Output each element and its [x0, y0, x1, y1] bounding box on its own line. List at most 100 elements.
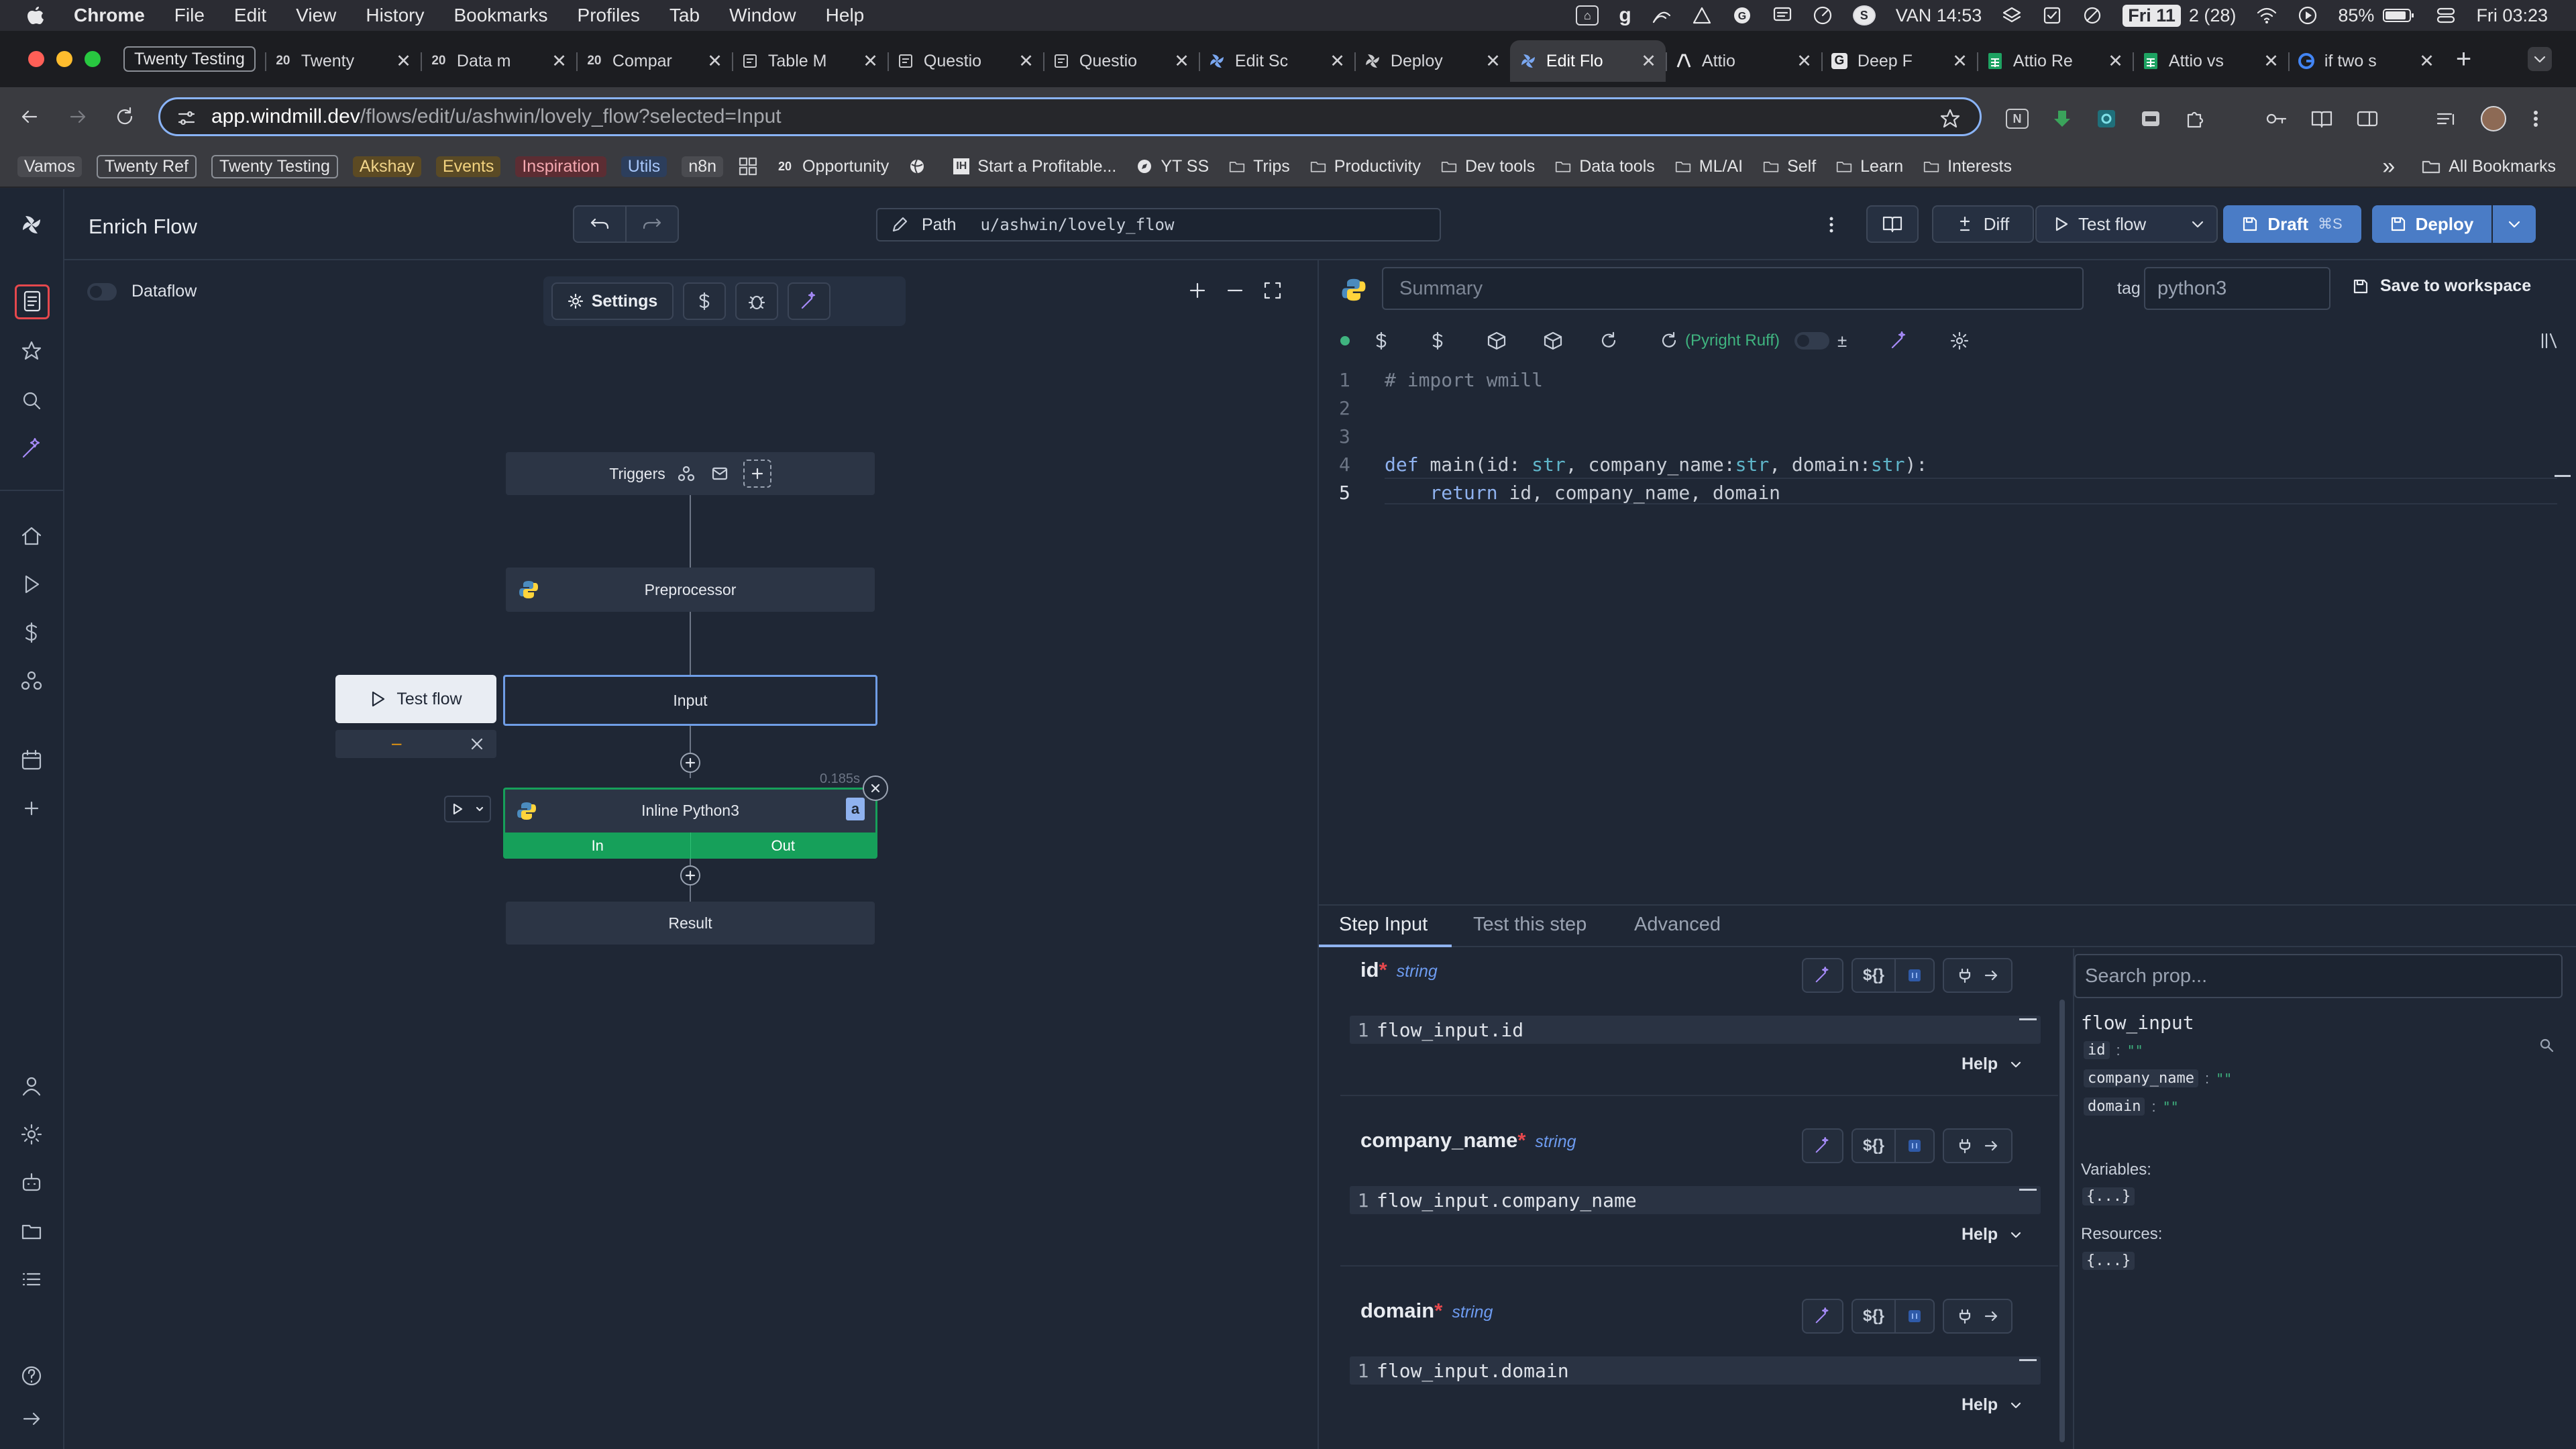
collapse-arrow-icon[interactable] — [20, 1407, 43, 1430]
summary-input[interactable]: Summary — [1382, 267, 2084, 310]
bookmark-link[interactable]: Trips — [1229, 157, 1290, 176]
field-ai-button[interactable] — [1802, 1128, 1843, 1163]
deploy-options-button[interactable] — [2493, 205, 2536, 243]
all-bookmarks-folder-icon[interactable] — [2422, 159, 2440, 174]
browser-tab[interactable]: Edit Flo ✕ — [1509, 40, 1666, 82]
code-line[interactable]: return id, company_name, domain — [1385, 482, 1780, 504]
status-grammarly-icon[interactable]: g — [1619, 4, 1631, 27]
flow-input-prop[interactable]: company_name: "" — [2084, 1069, 2232, 1087]
close-tab-icon[interactable]: ✕ — [1174, 51, 1189, 72]
flow-title[interactable]: Enrich Flow — [89, 215, 197, 239]
close-window-button[interactable] — [28, 51, 44, 67]
bookmark-link[interactable]: YT SS — [1136, 157, 1209, 176]
fit-view-icon[interactable] — [1263, 280, 1283, 301]
bookmark-link[interactable]: 20 Opportunity — [778, 157, 889, 176]
apple-icon[interactable] — [27, 5, 44, 25]
dollar-expr-button[interactable]: ${} — [1853, 1136, 1894, 1155]
browser-tab[interactable]: 20 Twenty ✕ — [264, 40, 421, 82]
browser-tab[interactable]: Edit Sc ✕ — [1198, 40, 1354, 82]
extension-n-icon[interactable]: N — [2006, 109, 2029, 129]
bookmark-link[interactable]: Self — [1763, 157, 1816, 176]
wifi-icon[interactable] — [2256, 6, 2277, 25]
flow-input-prop[interactable]: id: "" — [2084, 1041, 2143, 1059]
status-chat-icon[interactable] — [1772, 6, 1792, 25]
toolbar-settings-icon[interactable] — [1950, 331, 1969, 350]
path-field[interactable]: Path u/ashwin/lovely_flow — [876, 208, 1441, 241]
result-node[interactable]: Result — [506, 902, 875, 945]
menu-item-history[interactable]: History — [366, 5, 424, 26]
reading-mode-icon[interactable] — [2310, 108, 2333, 129]
reload-icon[interactable] — [114, 106, 136, 127]
connect-plug-button[interactable] — [1943, 958, 2012, 993]
play-circle-icon[interactable] — [2298, 5, 2318, 25]
undo-button[interactable] — [573, 205, 627, 243]
close-tab-icon[interactable]: ✕ — [2108, 51, 2123, 72]
menu-item-chrome[interactable]: Chrome — [74, 5, 145, 26]
linter-label[interactable]: (Pyright Ruff) — [1685, 331, 1780, 350]
save-to-workspace-button[interactable]: Save to workspace — [2352, 276, 2531, 296]
field-ai-button[interactable] — [1802, 1299, 1843, 1334]
browser-tab[interactable]: 20 Data m ✕ — [420, 40, 576, 82]
tab-group-label[interactable]: Twenty Testing — [123, 46, 256, 72]
status-check-icon[interactable] — [2042, 5, 2062, 25]
user-icon[interactable] — [20, 1075, 43, 1097]
chevron-down-icon[interactable] — [2190, 216, 2206, 232]
search-icon[interactable] — [20, 389, 43, 412]
dollar-expr-button[interactable]: ${} — [1853, 966, 1894, 985]
close-tab-icon[interactable]: ✕ — [2263, 51, 2279, 72]
field-ai-button[interactable] — [1802, 958, 1843, 993]
triggers-node[interactable]: Triggers — [506, 452, 875, 495]
browser-tab[interactable]: Attio vs ✕ — [2132, 40, 2288, 82]
help-question-icon[interactable] — [20, 1364, 43, 1387]
menu-item-tab[interactable]: Tab — [669, 5, 700, 26]
date-badge[interactable]: Fri 11 — [2123, 4, 2181, 27]
windmill-logo-icon[interactable] — [20, 213, 43, 236]
browser-tab[interactable]: Deploy ✕ — [1354, 40, 1510, 82]
chrome-menu-icon[interactable] — [2529, 108, 2542, 129]
toolbar-format-icon[interactable] — [1660, 331, 1678, 350]
menu-item-edit[interactable]: Edit — [234, 5, 266, 26]
status-focus-icon[interactable] — [2082, 5, 2102, 25]
flow-canvas[interactable]: Dataflow Settings Triggers Preprocessor … — [64, 260, 1318, 1449]
password-key-icon[interactable] — [2265, 108, 2288, 129]
status-speed-icon[interactable] — [1813, 5, 1833, 25]
toolbar-package-alt-icon[interactable] — [1543, 331, 1563, 351]
extension-download-icon[interactable] — [2051, 108, 2073, 129]
bookmark-pill[interactable]: Twenty Ref — [96, 154, 197, 178]
minimize-window-button[interactable] — [56, 51, 72, 67]
extension-grid-icon[interactable] — [2096, 108, 2117, 129]
insert-step-button-1[interactable] — [680, 753, 700, 773]
email-trigger-icon[interactable] — [711, 466, 729, 482]
address-bar[interactable]: app.windmill.dev/flows/edit/u/ashwin/lov… — [158, 97, 1982, 136]
toolbar-package-icon[interactable] — [1487, 331, 1507, 351]
media-control-icon[interactable] — [2435, 108, 2458, 129]
input-node[interactable]: Input — [503, 675, 877, 726]
redo-button[interactable] — [625, 205, 679, 243]
webhook-icon[interactable] — [678, 465, 695, 482]
variables-expand[interactable]: {...} — [2082, 1187, 2135, 1205]
bookmark-link[interactable]: Dev tools — [1441, 157, 1535, 176]
new-tab-button[interactable]: + — [2456, 44, 2471, 74]
settings-gear-icon[interactable] — [20, 1123, 43, 1146]
insert-step-button-2[interactable] — [680, 865, 700, 885]
close-tab-icon[interactable]: ✕ — [396, 51, 411, 72]
close-status-icon[interactable] — [470, 737, 484, 751]
diff-button[interactable]: Diff — [1932, 205, 2034, 243]
close-tab-icon[interactable]: ✕ — [1018, 51, 1034, 72]
close-tab-icon[interactable]: ✕ — [1330, 51, 1345, 72]
code-line[interactable]: # import wmill — [1385, 369, 1543, 391]
menu-item-profiles[interactable]: Profiles — [578, 5, 640, 26]
field-help-button[interactable]: Help — [1962, 1395, 2023, 1415]
run-step-button[interactable] — [444, 796, 491, 822]
tab-advanced[interactable]: Advanced — [1634, 914, 1721, 936]
zoom-in-icon[interactable] — [1187, 280, 1208, 301]
close-tab-icon[interactable]: ✕ — [707, 51, 722, 72]
bookmark-link[interactable] — [909, 159, 933, 174]
code-mode-button[interactable] — [1894, 1300, 1933, 1332]
deploy-button[interactable]: Deploy — [2372, 205, 2491, 243]
dataflow-toggle[interactable] — [87, 283, 117, 301]
variables-dollar-icon[interactable] — [20, 621, 43, 644]
bookmark-link[interactable]: Learn — [1836, 157, 1903, 176]
browser-tab[interactable]: Attio Re ✕ — [1976, 40, 2133, 82]
add-trigger-button[interactable] — [743, 460, 771, 488]
